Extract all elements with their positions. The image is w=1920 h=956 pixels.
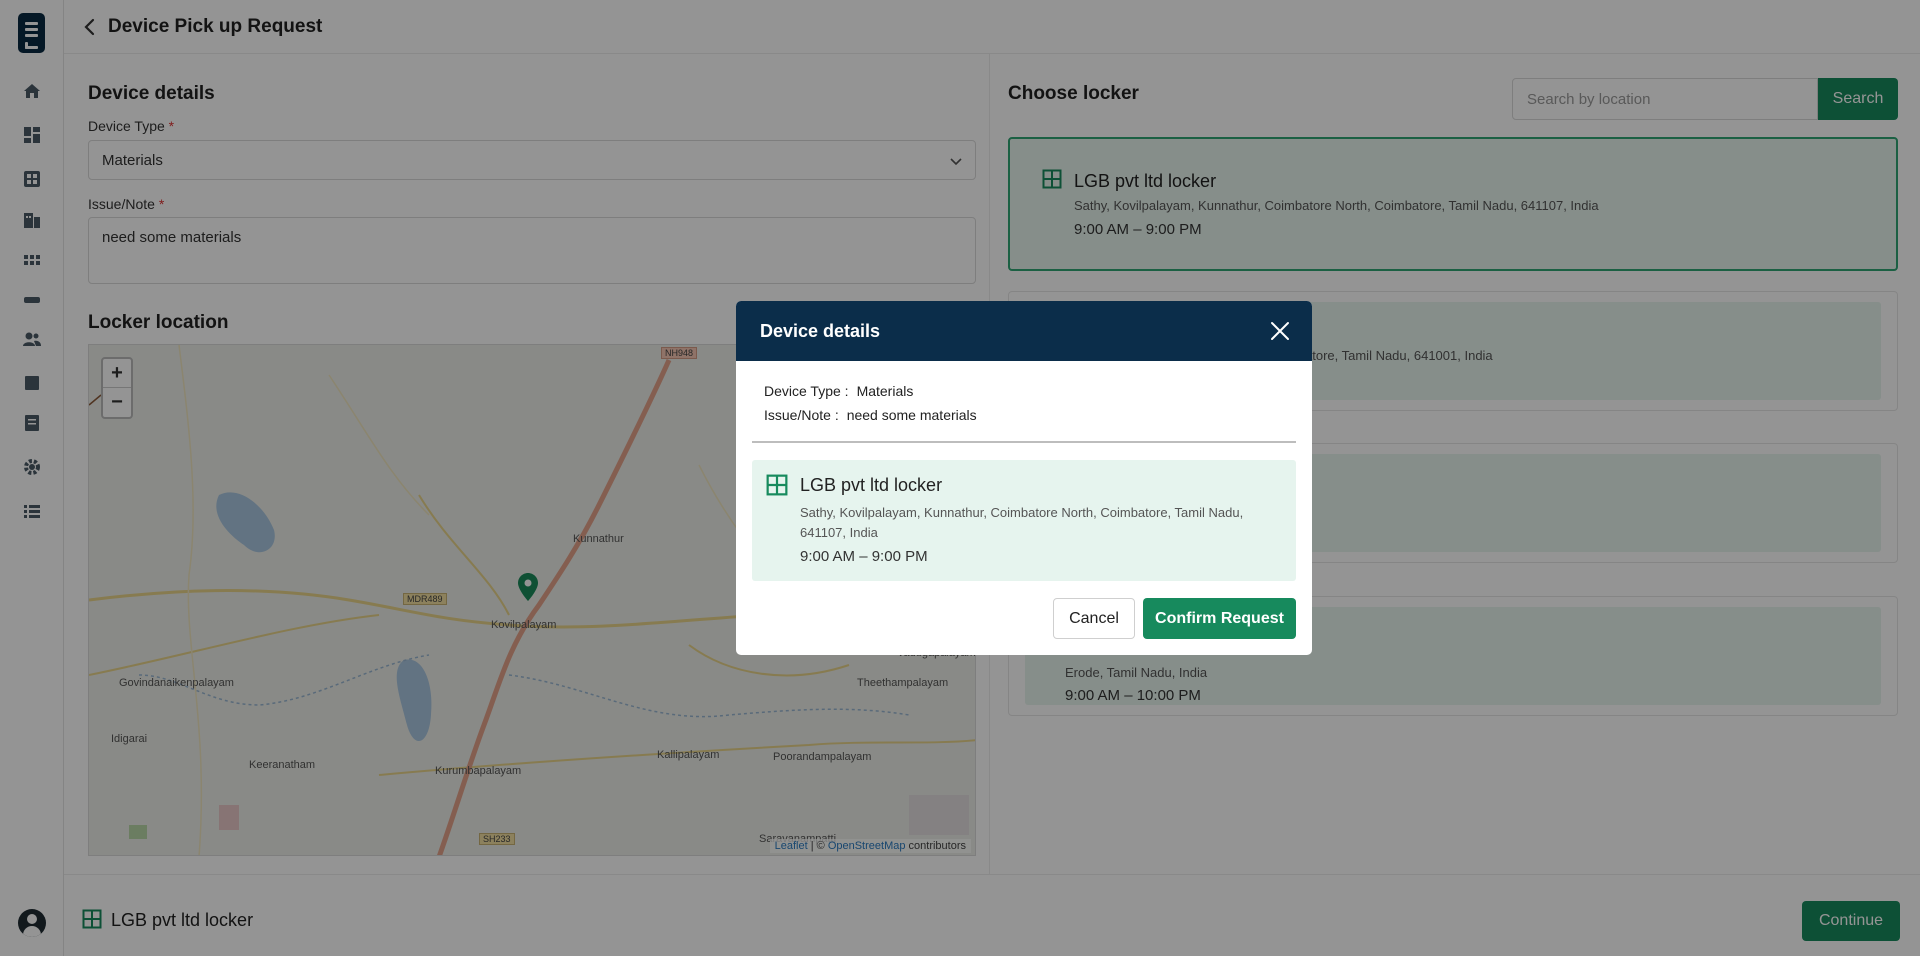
modal-header: Device details [736,301,1312,361]
locker-icon [766,474,788,496]
cancel-button[interactable]: Cancel [1053,598,1135,639]
modal-device-type-value: Materials [856,383,914,399]
confirm-request-button[interactable]: Confirm Request [1143,598,1296,639]
modal-locker-card: LGB pvt ltd locker Sathy, Kovilpalayam, … [752,460,1296,581]
modal-issue-key: Issue/Note : [764,407,839,423]
modal-locker-hours: 9:00 AM – 9:00 PM [800,548,928,565]
modal-title: Device details [760,321,881,341]
close-icon[interactable] [1270,321,1290,341]
modal-device-type-key: Device Type : [764,383,849,399]
modal-issue-row: Issue/Note : need some materials [764,407,977,423]
modal-issue-value: need some materials [846,407,977,423]
modal-divider [752,441,1296,443]
modal-locker-address: Sathy, Kovilpalayam, Kunnathur, Coimbato… [800,505,1244,540]
device-details-modal: Device details Device Type : Materials Is… [736,301,1312,655]
modal-device-type-row: Device Type : Materials [764,383,913,399]
modal-locker-name: LGB pvt ltd locker [800,475,943,495]
